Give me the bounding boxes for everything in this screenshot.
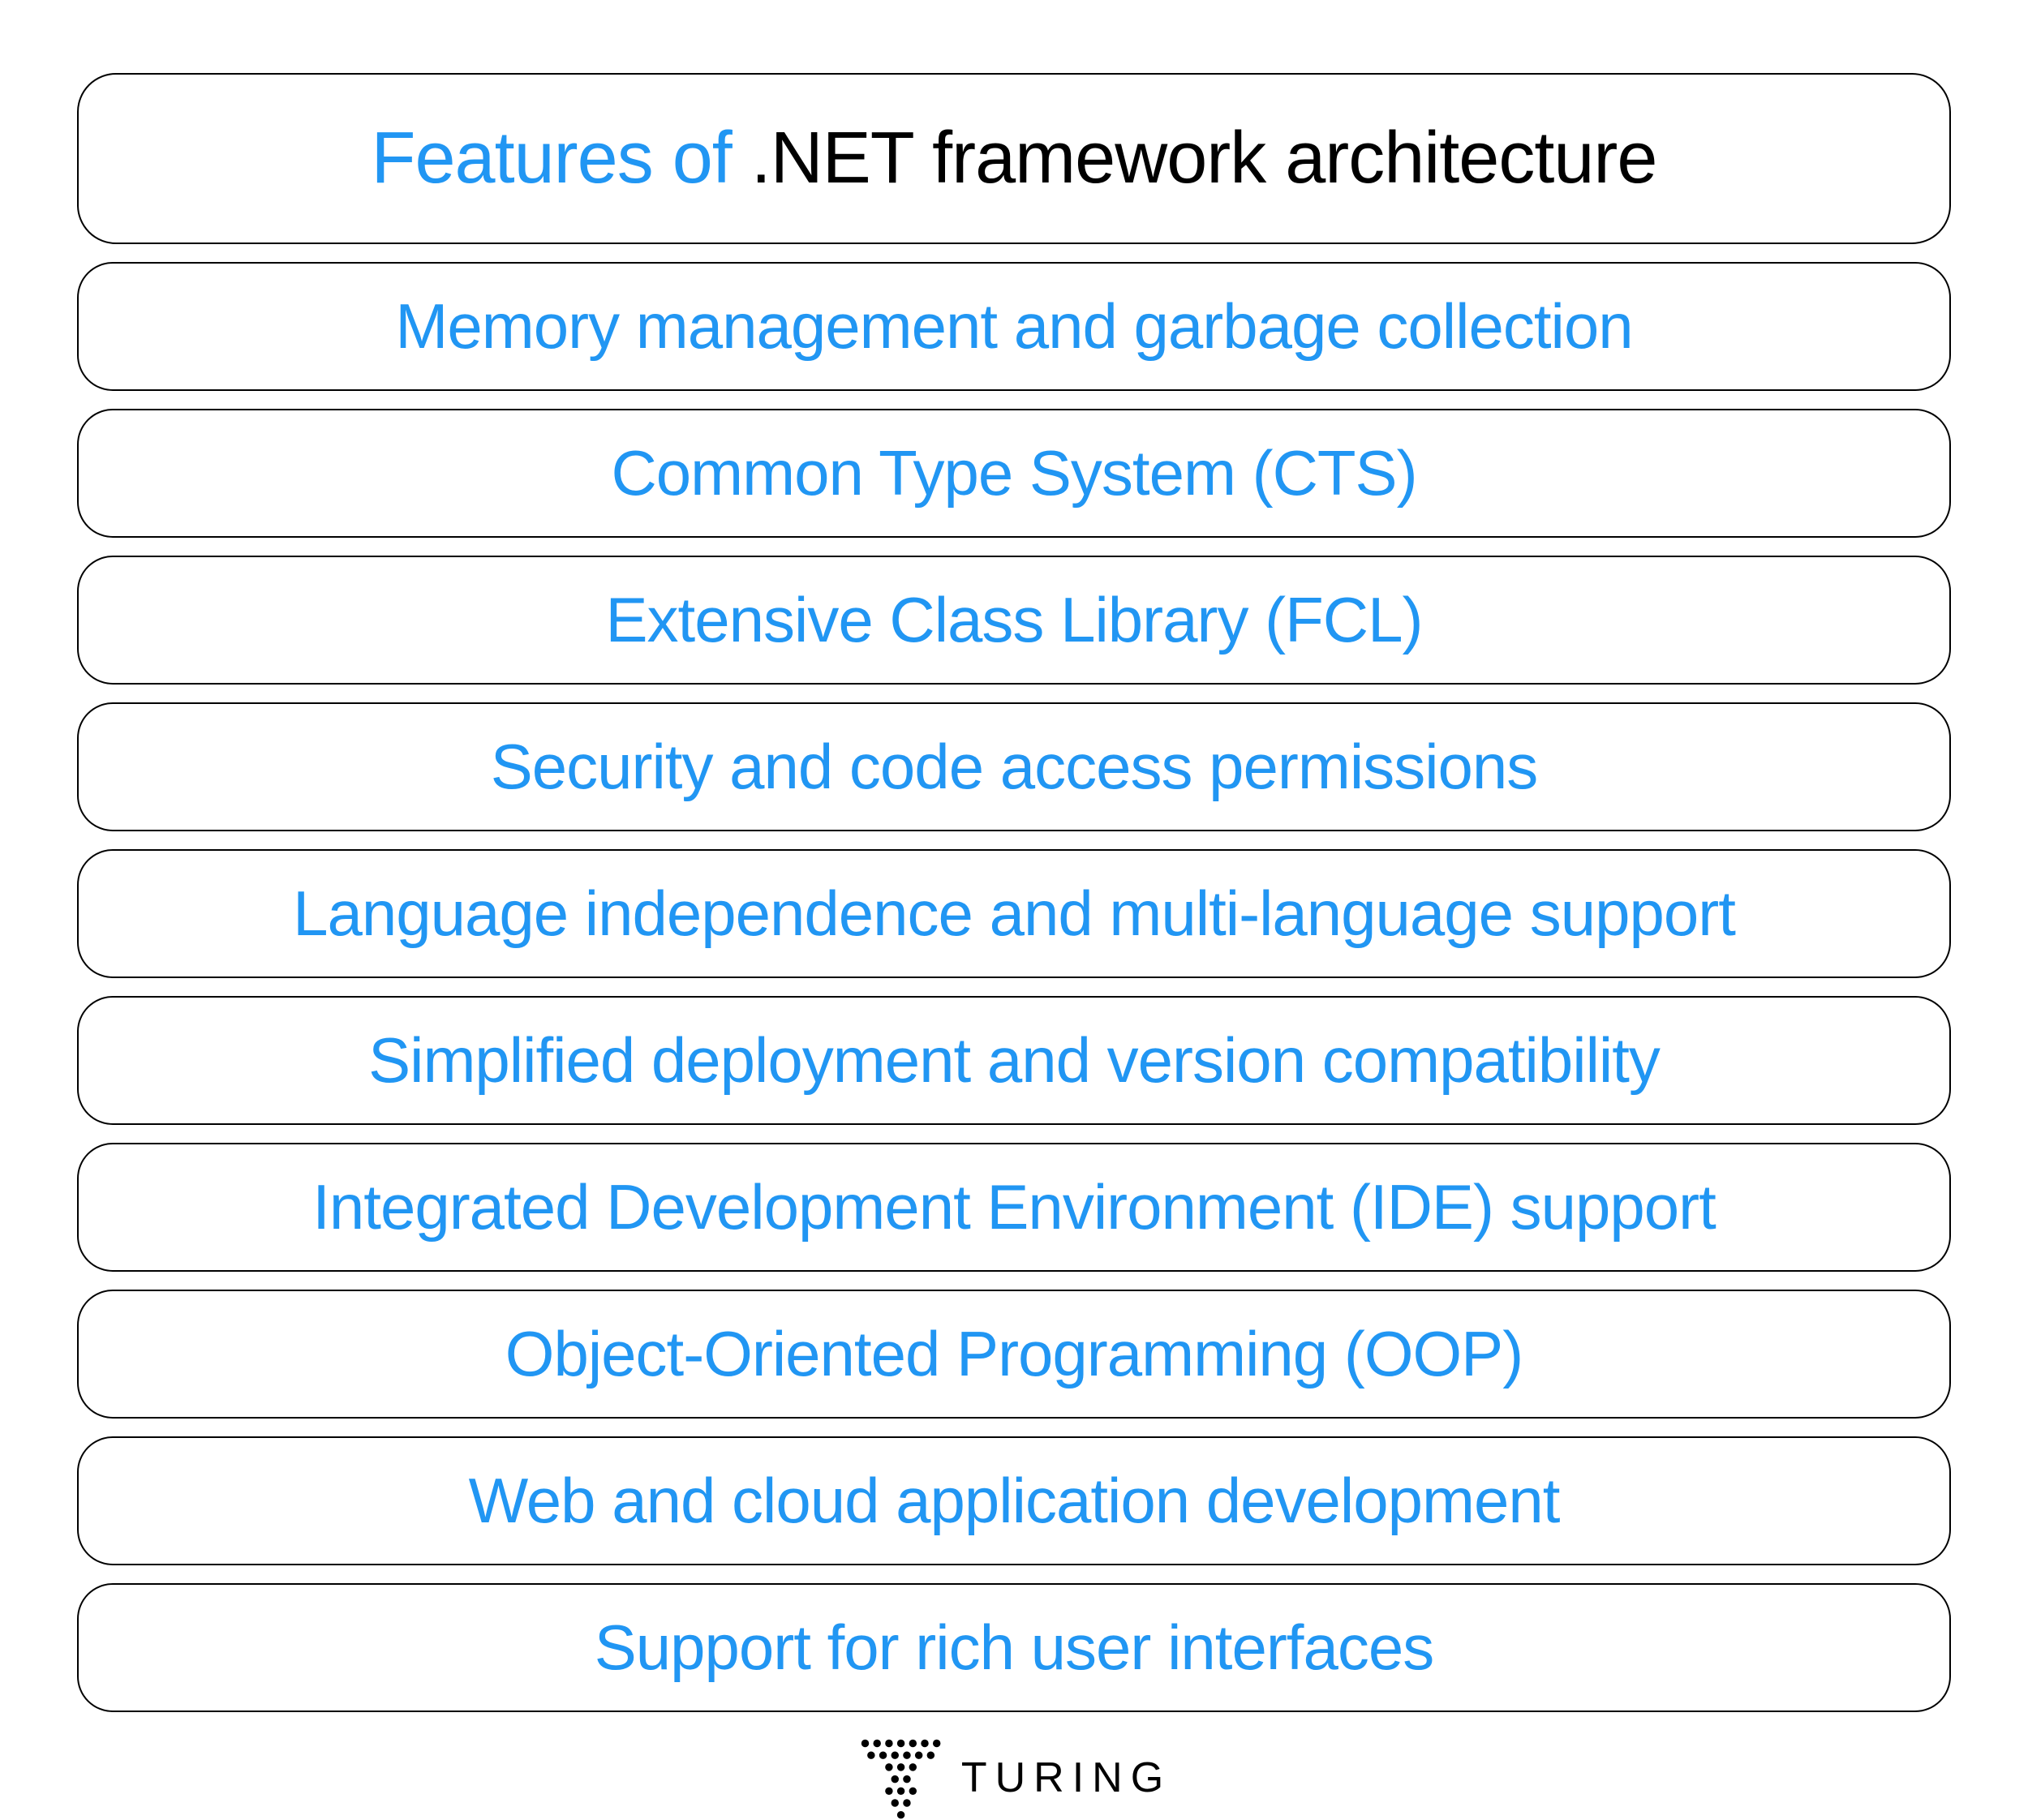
feature-item: Object-Oriented Programming (OOP) [77,1290,1951,1419]
feature-item: Language independence and multi-language… [77,849,1951,978]
feature-item: Common Type System (CTS) [77,409,1951,538]
diagram-title: Features of .NET framework architecture [77,73,1951,244]
feature-item: Memory management and garbage collection [77,262,1951,391]
feature-item: Security and code access permissions [77,702,1951,831]
feature-item: Simplified deployment and version compat… [77,996,1951,1125]
title-accent-text: Features of [372,118,732,199]
feature-item: Integrated Development Environment (IDE)… [77,1143,1951,1272]
footer-brand-text: TURING [961,1753,1171,1802]
feature-item: Web and cloud application development [77,1436,1951,1565]
title-rest-text: .NET framework architecture [732,118,1657,199]
feature-item: Support for rich user interfaces [77,1583,1951,1712]
feature-item: Extensive Class Library (FCL) [77,556,1951,685]
features-list: Features of .NET framework architecture … [77,73,1951,1712]
footer-branding: TURING [857,1735,1171,1820]
turing-logo-icon [857,1735,942,1820]
